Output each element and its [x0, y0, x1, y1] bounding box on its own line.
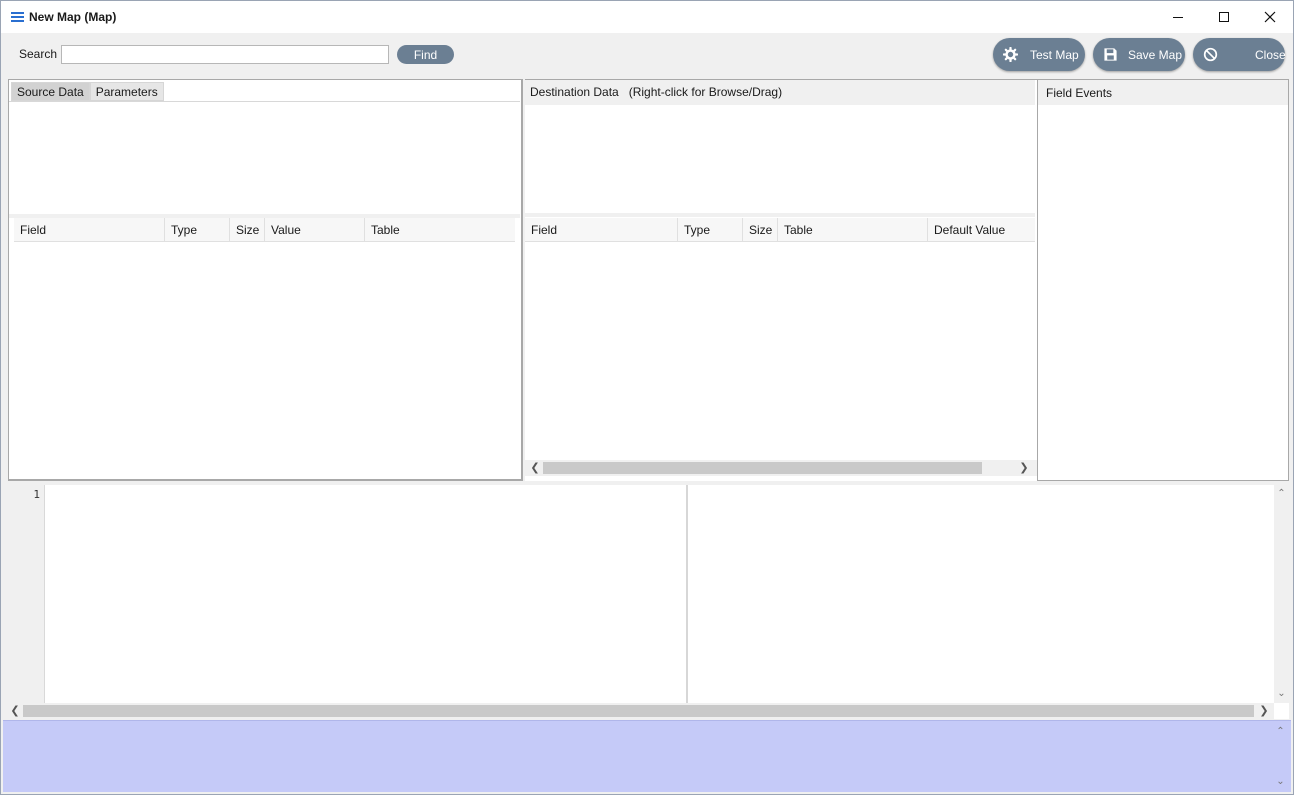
editor-vertical-scrollbar[interactable]: ⌃ ⌄: [1274, 485, 1289, 703]
search-input[interactable]: [61, 45, 389, 64]
column-header-default-value[interactable]: Default Value: [928, 218, 1035, 242]
editor-pane-right[interactable]: [690, 485, 1274, 703]
scrollbar-thumb[interactable]: [23, 705, 1254, 717]
scroll-down-icon[interactable]: ⌄: [1274, 687, 1289, 701]
scroll-up-icon[interactable]: ⌃: [1274, 487, 1289, 501]
column-header-value[interactable]: Value: [265, 218, 365, 242]
map-editor-window: New Map (Map) Search Find Test Map Save …: [0, 0, 1294, 795]
close-button[interactable]: Close: [1193, 38, 1286, 71]
close-icon: [1264, 11, 1276, 23]
field-events-list[interactable]: [1038, 105, 1288, 480]
editor-pane-left[interactable]: [46, 485, 688, 703]
column-header-field[interactable]: Field: [14, 218, 165, 242]
field-events-panel: Field Events: [1037, 79, 1289, 481]
column-header-size[interactable]: Size: [743, 218, 778, 242]
save-icon: [1104, 48, 1117, 61]
column-header-type[interactable]: Type: [165, 218, 230, 242]
tab-source-data[interactable]: Source Data: [11, 82, 90, 101]
destination-grid-body[interactable]: [525, 243, 1035, 460]
column-header-field[interactable]: Field: [525, 218, 678, 242]
scroll-left-icon[interactable]: ❮: [8, 703, 22, 719]
toolbar: Search Find Test Map Save Map Close: [1, 33, 1293, 77]
find-button[interactable]: Find: [397, 45, 454, 64]
line-number: 1: [33, 488, 40, 501]
scroll-left-icon[interactable]: ❮: [528, 460, 542, 476]
title-bar: New Map (Map): [1, 1, 1293, 33]
scroll-right-icon[interactable]: ❯: [1257, 703, 1271, 719]
field-events-header: Field Events: [1038, 80, 1288, 105]
destination-title: Destination Data (Right-click for Browse…: [530, 85, 783, 99]
test-map-label: Test Map: [1030, 48, 1079, 62]
editor-horizontal-scrollbar[interactable]: ❮ ❯: [8, 703, 1274, 719]
splitter[interactable]: [525, 213, 1035, 217]
scrollbar-thumb[interactable]: [543, 462, 982, 474]
source-tree[interactable]: [9, 101, 520, 216]
destination-header: Destination Data (Right-click for Browse…: [525, 80, 1035, 105]
field-events-title: Field Events: [1046, 86, 1113, 100]
destination-tree[interactable]: [525, 106, 1035, 213]
cancel-icon: [1203, 47, 1218, 62]
search-label: Search: [19, 47, 58, 61]
maximize-button[interactable]: [1201, 1, 1247, 33]
column-header-table[interactable]: Table: [365, 218, 515, 242]
source-grid-header: Field Type Size Value Table: [14, 218, 515, 242]
line-number-gutter: 1: [8, 485, 45, 703]
minimize-button[interactable]: [1155, 1, 1201, 33]
source-tabs: Source Data Parameters: [11, 82, 164, 101]
gear-icon: [1003, 47, 1018, 62]
tab-parameters[interactable]: Parameters: [89, 82, 164, 101]
close-label: Close: [1255, 48, 1286, 62]
maximize-icon: [1219, 12, 1229, 22]
destination-horizontal-scrollbar[interactable]: ❮ ❯: [525, 460, 1037, 476]
save-map-label: Save Map: [1128, 48, 1183, 62]
column-header-table[interactable]: Table: [778, 218, 928, 242]
minimize-icon: [1173, 16, 1183, 18]
scroll-right-icon[interactable]: ❯: [1017, 460, 1031, 476]
column-header-type[interactable]: Type: [678, 218, 743, 242]
source-grid-body[interactable]: [14, 243, 515, 475]
scroll-down-icon[interactable]: ⌄: [1273, 775, 1288, 789]
close-window-button[interactable]: [1247, 1, 1293, 33]
destination-grid-header: Field Type Size Table Default Value: [525, 218, 1035, 242]
output-vertical-scrollbar[interactable]: ⌃ ⌄: [1273, 721, 1288, 791]
destination-panel: Destination Data (Right-click for Browse…: [525, 79, 1037, 481]
app-menu-icon[interactable]: [11, 12, 24, 22]
column-header-size[interactable]: Size: [230, 218, 265, 242]
script-editor: 1 ⌃ ⌄ ❮ ❯: [8, 485, 1289, 719]
test-map-button[interactable]: Test Map: [993, 38, 1085, 71]
output-console[interactable]: ⌃ ⌄: [3, 720, 1291, 792]
save-map-button[interactable]: Save Map: [1093, 38, 1185, 71]
source-panel: Source Data Parameters Field Type Size V…: [8, 79, 523, 481]
scroll-up-icon[interactable]: ⌃: [1273, 725, 1288, 739]
window-title: New Map (Map): [29, 10, 117, 24]
